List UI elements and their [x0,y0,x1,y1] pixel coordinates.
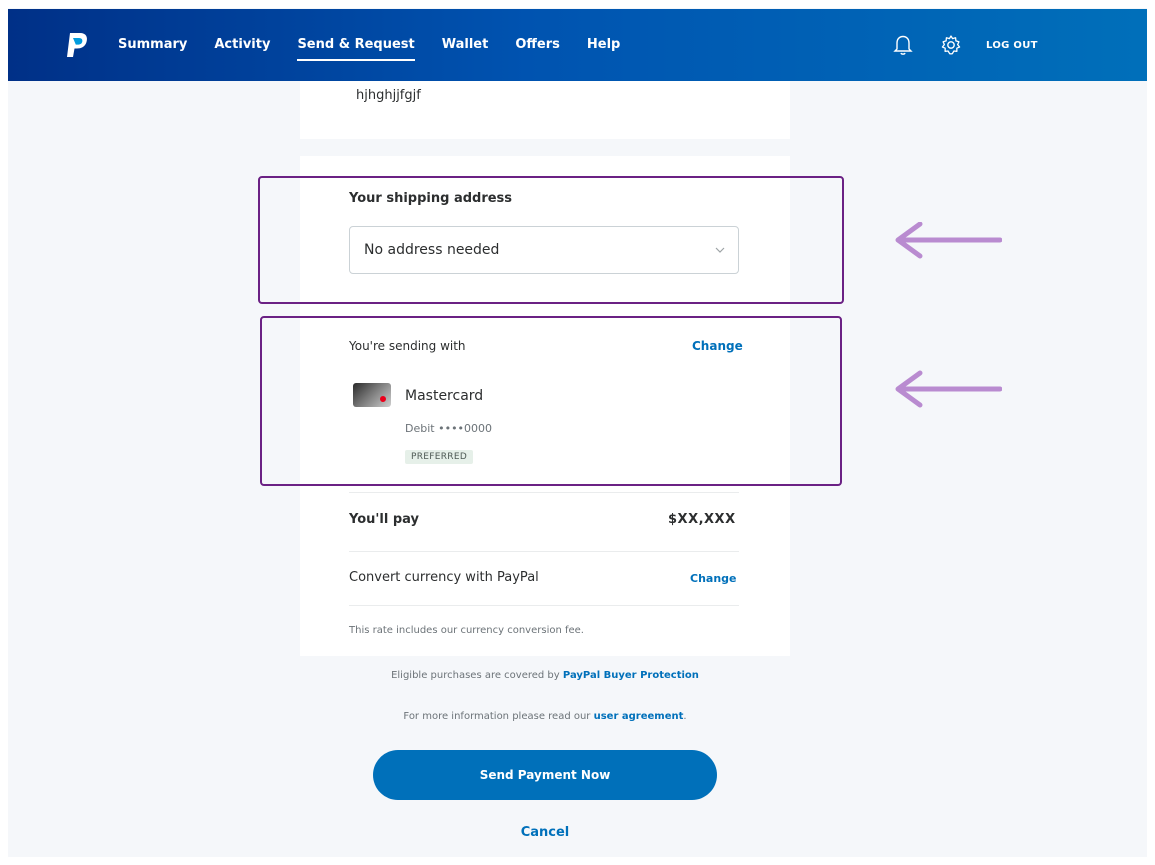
payment-note: hjhghjjfgjf [356,88,421,103]
logout-link[interactable]: LOG OUT [986,40,1038,51]
pay-amount: $XX,XXX [668,512,736,527]
top-navigation-bar: Summary Activity Send & Request Wallet O… [8,9,1155,81]
nav-activity[interactable]: Activity [214,9,270,81]
buyer-protection-text: Eligible purchases are covered by PayPal… [300,670,790,681]
change-conversion-link[interactable]: Change [690,572,737,585]
user-agreement-link[interactable]: user agreement [594,711,684,722]
cancel-link[interactable]: Cancel [300,825,790,840]
nav-send-request[interactable]: Send & Request [297,9,416,81]
nav-summary[interactable]: Summary [118,9,187,81]
gear-icon [941,35,961,55]
paypal-logo[interactable] [64,31,90,59]
shipping-highlight-box [258,176,844,304]
divider [349,551,739,552]
user-agreement-text: For more information please read our use… [300,711,790,722]
bell-icon [893,35,913,55]
you-pay-label: You'll pay [349,512,419,527]
funding-highlight-box [260,316,842,486]
nav-help[interactable]: Help [587,9,620,81]
user-agreement-suffix: . [683,711,687,722]
divider [349,492,739,493]
send-payment-button[interactable]: Send Payment Now [373,750,717,800]
convert-currency-label: Convert currency with PayPal [349,570,539,585]
settings-button[interactable] [938,32,964,58]
buyer-protection-link[interactable]: PayPal Buyer Protection [563,670,699,681]
left-arrow-icon [895,222,1002,259]
rate-note: This rate includes our currency conversi… [349,625,584,636]
divider [349,605,739,606]
user-agreement-prefix: For more information please read our [403,711,591,722]
nav-offers[interactable]: Offers [515,9,560,81]
notifications-button[interactable] [890,32,916,58]
left-arrow-icon [895,370,1002,408]
buyer-protection-prefix: Eligible purchases are covered by [391,670,560,681]
nav-wallet[interactable]: Wallet [442,9,489,81]
